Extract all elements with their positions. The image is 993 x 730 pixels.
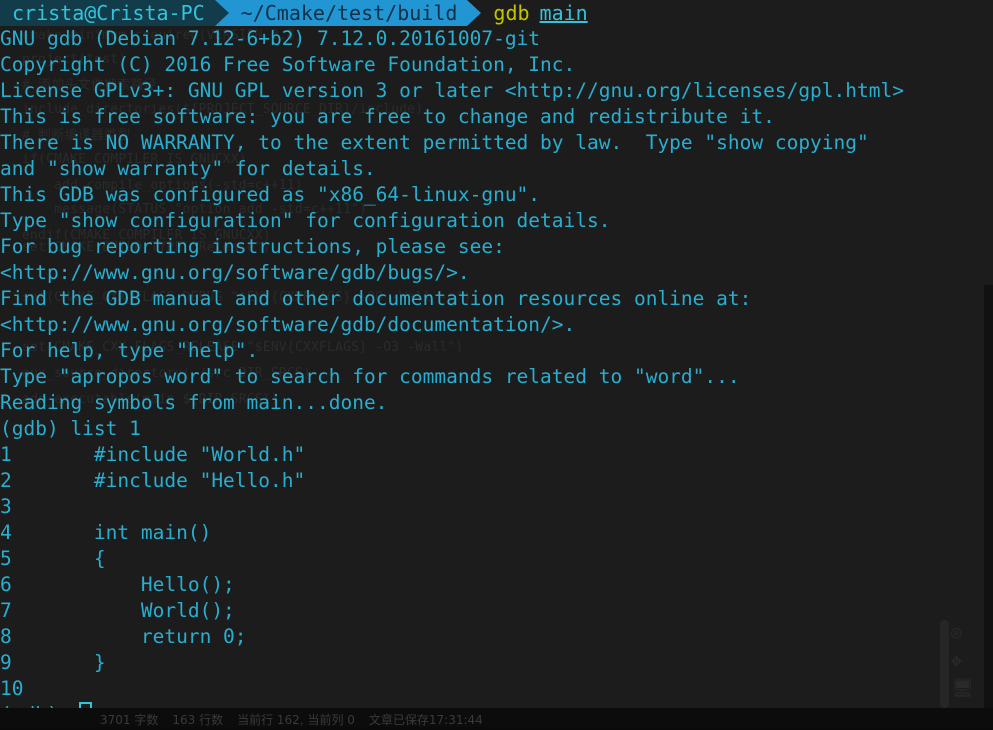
output-line: Type "show configuration" for configurat… xyxy=(0,209,611,232)
source-listing-line: 10 xyxy=(0,677,24,700)
output-line: For bug reporting instructions, please s… xyxy=(0,235,505,258)
output-line: (gdb) list 1 xyxy=(0,417,141,440)
command-argument: main xyxy=(539,1,588,25)
output-line: GNU gdb (Debian 7.12-6+b2) 7.12.0.201610… xyxy=(0,27,541,50)
output-line: This is free software: you are free to c… xyxy=(0,105,775,128)
output-line: Type "apropos word" to search for comman… xyxy=(0,365,740,388)
terminal-window[interactable]: cmake_minimum_required(VERSION 2.8) proj… xyxy=(0,0,993,730)
output-line: This GDB was configured as "x86_64-linux… xyxy=(0,183,541,206)
source-listing-line: 2 #include "Hello.h" xyxy=(0,469,306,492)
source-listing-line: 1 #include "World.h" xyxy=(0,443,306,466)
output-line: For help, type "help". xyxy=(0,339,259,362)
terminal-text-layer: crista@Crista-PC ~/Cmake/test/build gdb … xyxy=(0,0,993,730)
prompt-command: gdb main xyxy=(481,0,587,26)
source-listing-line: 9 } xyxy=(0,651,106,674)
status-line-count: 163 行数 xyxy=(172,712,224,727)
prompt-separator-2-icon xyxy=(467,0,482,26)
source-listing-line: 3 xyxy=(0,495,12,518)
output-line: Reading symbols from main...done. xyxy=(0,391,388,414)
shell-prompt-line: crista@Crista-PC ~/Cmake/test/build gdb … xyxy=(0,0,588,26)
command-name: gdb xyxy=(493,1,530,25)
source-listing-line: 8 return 0; xyxy=(0,625,247,648)
source-listing-line: 6 Hello(); xyxy=(0,573,235,596)
source-listing-line: 5 { xyxy=(0,547,106,570)
output-line: <http://www.gnu.org/software/gdb/documen… xyxy=(0,313,576,336)
output-line: and "show warranty" for details. xyxy=(0,157,376,180)
status-word-count: 3701 字数 xyxy=(100,712,159,727)
output-line: <http://www.gnu.org/software/gdb/bugs/>. xyxy=(0,261,470,284)
source-listing-line: 4 int main() xyxy=(0,521,212,544)
prompt-host-segment: crista@Crista-PC xyxy=(0,0,215,26)
source-listing-line: 7 World(); xyxy=(0,599,235,622)
status-saved-time: 文章已保存17:31:44 xyxy=(368,712,483,727)
output-line: There is NO WARRANTY, to the extent perm… xyxy=(0,131,869,154)
status-cursor-position: 当前行 162, 当前列 0 xyxy=(237,712,355,727)
prompt-path-segment: ~/Cmake/test/build xyxy=(228,0,468,26)
output-line: Find the GDB manual and other documentat… xyxy=(0,287,752,310)
prompt-separator-1-icon xyxy=(214,0,229,26)
output-line: Copyright (C) 2016 Free Software Foundat… xyxy=(0,53,576,76)
output-line: License GPLv3+: GNU GPL version 3 or lat… xyxy=(0,79,904,102)
